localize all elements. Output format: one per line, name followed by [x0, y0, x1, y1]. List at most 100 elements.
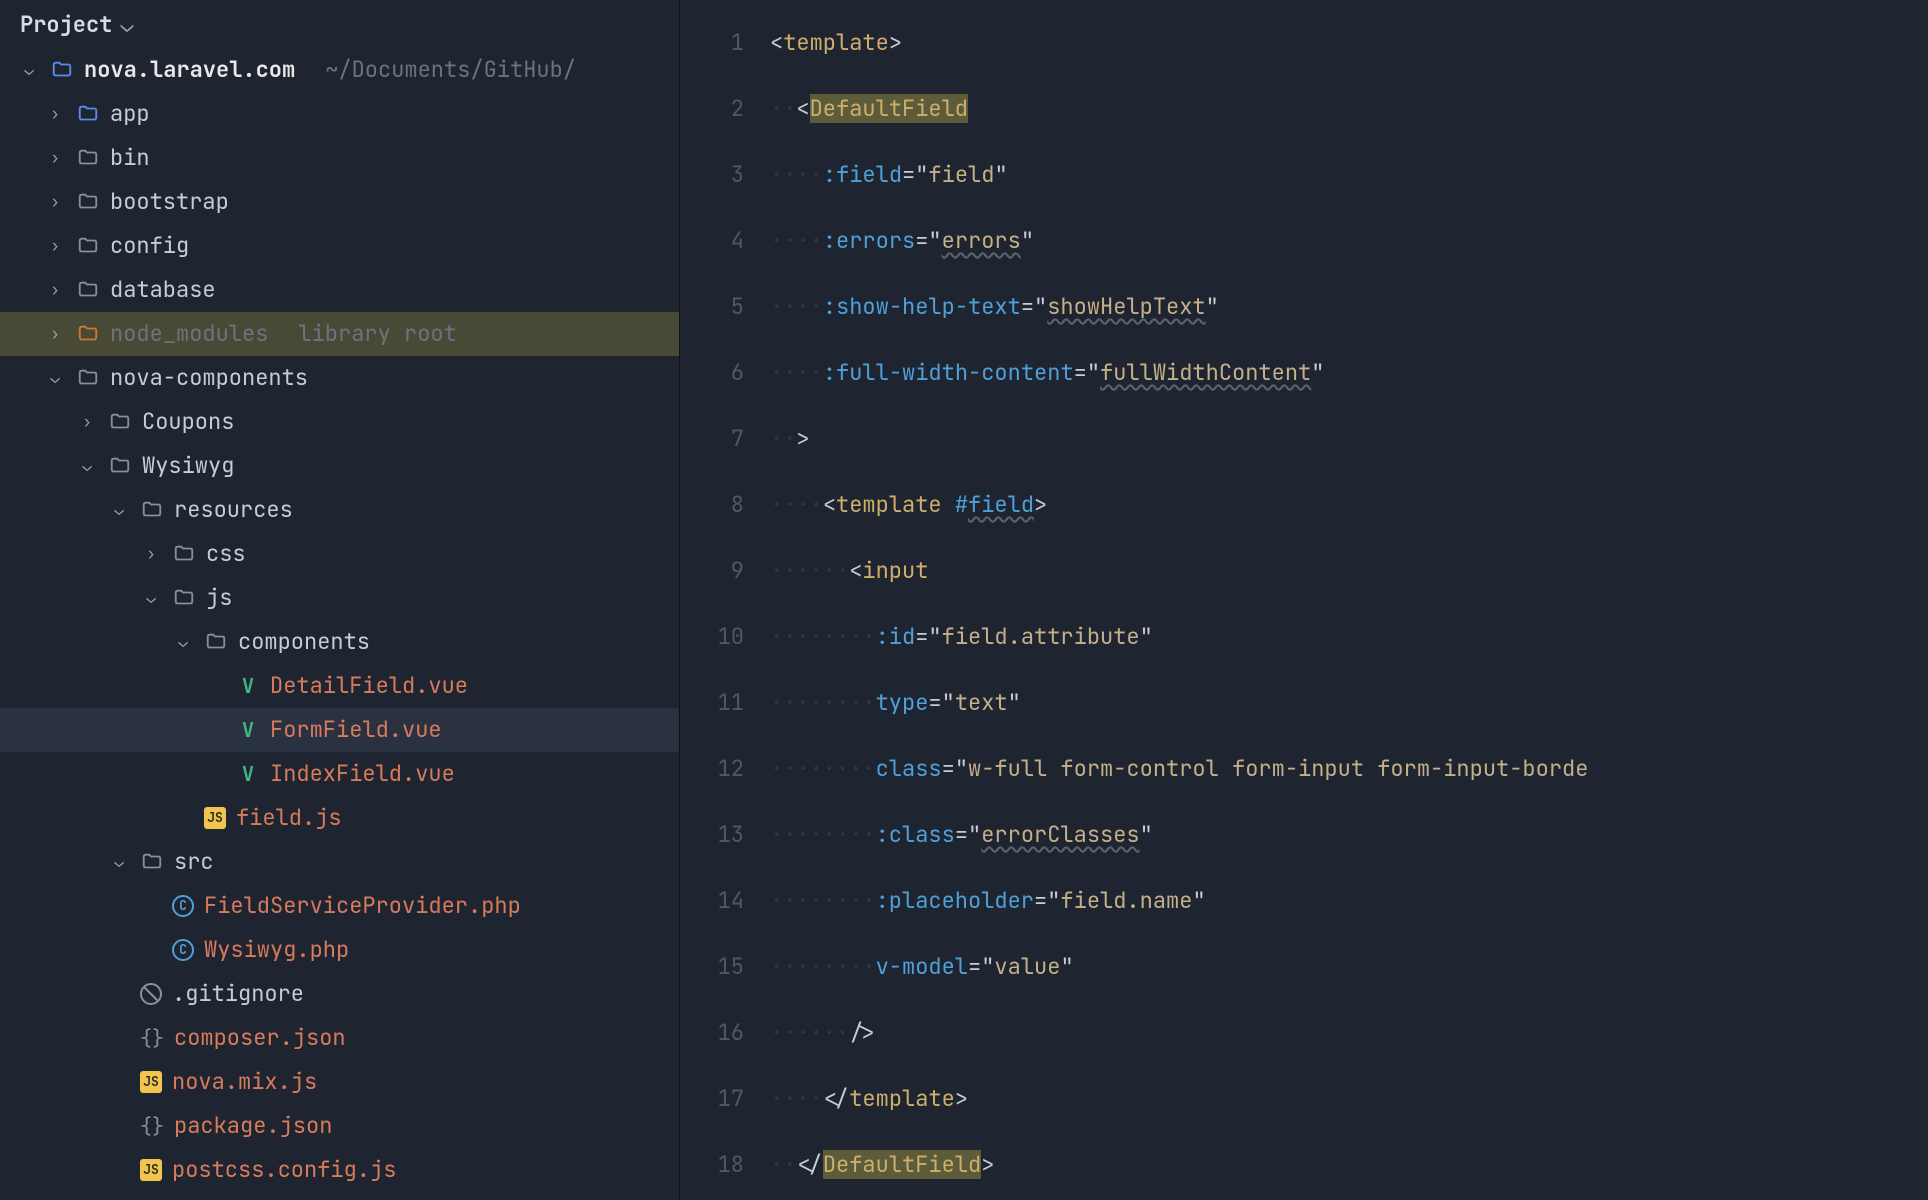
tree-item-label: bootstrap [110, 180, 229, 224]
tree-item-postcss[interactable]: JS postcss.config.js [0, 1148, 679, 1192]
chevron-down-icon[interactable]: ⌄ [108, 488, 130, 532]
chevron-right-icon[interactable]: › [140, 532, 162, 576]
tree-item-label: package.json [174, 1104, 332, 1148]
chevron-down-icon[interactable]: ⌄ [44, 356, 66, 400]
code-line[interactable]: ····:show-help-text="showHelpText" [770, 274, 1928, 340]
line-number: 8 [680, 472, 744, 538]
code-line[interactable]: ········class="w-full form-control form-… [770, 736, 1928, 802]
code-line[interactable]: ········:class="errorClasses" [770, 802, 1928, 868]
tree-item-indexfield[interactable]: V IndexField.vue [0, 752, 679, 796]
folder-icon [76, 190, 100, 214]
tree-root-label: nova.laravel.com [84, 48, 295, 92]
line-number: 18 [680, 1132, 744, 1198]
tree-item-composerjson[interactable]: {} composer.json [0, 1016, 679, 1060]
tree-item-bin[interactable]: › bin [0, 136, 679, 180]
folder-icon [140, 850, 164, 874]
chevron-right-icon[interactable]: › [76, 400, 98, 444]
chevron-right-icon[interactable]: › [44, 224, 66, 268]
tree-root-row[interactable]: ⌄ nova.laravel.com ~/Documents/GitHub/ [0, 48, 679, 92]
code-line[interactable]: ··> [770, 406, 1928, 472]
tree-item-nova-components[interactable]: ⌄ nova-components [0, 356, 679, 400]
tree-item-formfield[interactable]: V FormField.vue [0, 708, 679, 752]
tree-item-label: app [110, 92, 150, 136]
tree-item-src[interactable]: ⌄ src [0, 840, 679, 884]
code-line[interactable]: ····</template> [770, 1066, 1928, 1132]
code-line[interactable]: ····:full-width-content="fullWidthConten… [770, 340, 1928, 406]
tree-item-label: .gitignore [172, 972, 304, 1016]
tree-item-label: nova.mix.js [172, 1060, 317, 1104]
chevron-down-icon[interactable]: ⌄ [76, 444, 98, 488]
chevron-right-icon[interactable]: › [44, 312, 66, 356]
line-number: 10 [680, 604, 744, 670]
tree-item-database[interactable]: › database [0, 268, 679, 312]
code-line[interactable]: ··<DefaultField [770, 76, 1928, 142]
code-line[interactable]: <template> [770, 10, 1928, 76]
tree-item-bootstrap[interactable]: › bootstrap [0, 180, 679, 224]
json-file-icon: {} [140, 1026, 164, 1050]
code-line[interactable]: ········v-model="value" [770, 934, 1928, 1000]
tree-item-node-modules[interactable]: › node_modules library root [0, 312, 679, 356]
code-line[interactable]: ····<template #field> [770, 472, 1928, 538]
code-line[interactable]: ········:placeholder="field.name" [770, 868, 1928, 934]
project-tool-header[interactable]: Project ⌄ [0, 0, 679, 48]
tree-item-fieldserviceprovider[interactable]: C FieldServiceProvider.php [0, 884, 679, 928]
chevron-right-icon[interactable]: › [44, 180, 66, 224]
tree-item-hint: library root [298, 312, 456, 356]
tree-item-app[interactable]: › app [0, 92, 679, 136]
chevron-down-icon[interactable]: ⌄ [140, 576, 162, 620]
code-line[interactable]: ······/> [770, 1000, 1928, 1066]
code-line[interactable]: ····:field="field" [770, 142, 1928, 208]
tree-item-label: Wysiwyg [142, 444, 234, 488]
chevron-right-icon[interactable]: › [44, 268, 66, 312]
line-number: 15 [680, 934, 744, 1000]
folder-icon [140, 498, 164, 522]
tree-item-components[interactable]: ⌄ components [0, 620, 679, 664]
tree-item-fieldjs[interactable]: JS field.js [0, 796, 679, 840]
line-number: 13 [680, 802, 744, 868]
tree-item-wysiwyg[interactable]: ⌄ Wysiwyg [0, 444, 679, 488]
tree-item-config[interactable]: › config [0, 224, 679, 268]
file-tree[interactable]: ⌄ nova.laravel.com ~/Documents/GitHub/ ›… [0, 48, 679, 1200]
tree-item-css[interactable]: › css [0, 532, 679, 576]
folder-icon [76, 234, 100, 258]
gitignore-icon [140, 983, 162, 1005]
code-line[interactable]: ········type="text" [770, 670, 1928, 736]
folder-icon [76, 366, 100, 390]
folder-icon [108, 454, 132, 478]
tree-item-label: resources [174, 488, 293, 532]
vue-file-icon: V [236, 674, 260, 698]
code-line[interactable]: ··</DefaultField> [770, 1132, 1928, 1198]
chevron-right-icon[interactable]: › [44, 92, 66, 136]
line-number: 12 [680, 736, 744, 802]
line-number: 9 [680, 538, 744, 604]
code-line[interactable]: ········:id="field.attribute" [770, 604, 1928, 670]
chevron-down-icon[interactable]: ⌄ [18, 48, 40, 92]
tree-item-coupons[interactable]: › Coupons [0, 400, 679, 444]
tree-item-js[interactable]: ⌄ js [0, 576, 679, 620]
vue-file-icon: V [236, 762, 260, 786]
chevron-down-icon[interactable]: ⌄ [108, 840, 130, 884]
folder-icon [204, 630, 228, 654]
line-number: 2 [680, 76, 744, 142]
code-area[interactable]: <template> ··<DefaultField ····:field="f… [770, 0, 1928, 1200]
code-editor[interactable]: 123456789101112131415161718 <template> ·… [680, 0, 1928, 1200]
code-line[interactable]: ····:errors="errors" [770, 208, 1928, 274]
chevron-down-icon: ⌄ [120, 10, 133, 39]
tree-item-label: src [174, 840, 214, 884]
chevron-right-icon[interactable]: › [44, 136, 66, 180]
tree-item-packagejson[interactable]: {} package.json [0, 1104, 679, 1148]
line-number-gutter: 123456789101112131415161718 [680, 0, 770, 1200]
tree-item-gitignore[interactable]: .gitignore [0, 972, 679, 1016]
line-number: 6 [680, 340, 744, 406]
folder-icon [172, 542, 196, 566]
folder-icon [76, 146, 100, 170]
tree-item-wysiwyg-php[interactable]: C Wysiwyg.php [0, 928, 679, 972]
tree-item-novamix[interactable]: JS nova.mix.js [0, 1060, 679, 1104]
line-number: 4 [680, 208, 744, 274]
chevron-down-icon[interactable]: ⌄ [172, 620, 194, 664]
tree-item-resources[interactable]: ⌄ resources [0, 488, 679, 532]
tree-root-path: ~/Documents/GitHub/ [325, 48, 576, 92]
tree-item-detailfield[interactable]: V DetailField.vue [0, 664, 679, 708]
tree-item-label: composer.json [174, 1016, 346, 1060]
code-line[interactable]: ······<input [770, 538, 1928, 604]
